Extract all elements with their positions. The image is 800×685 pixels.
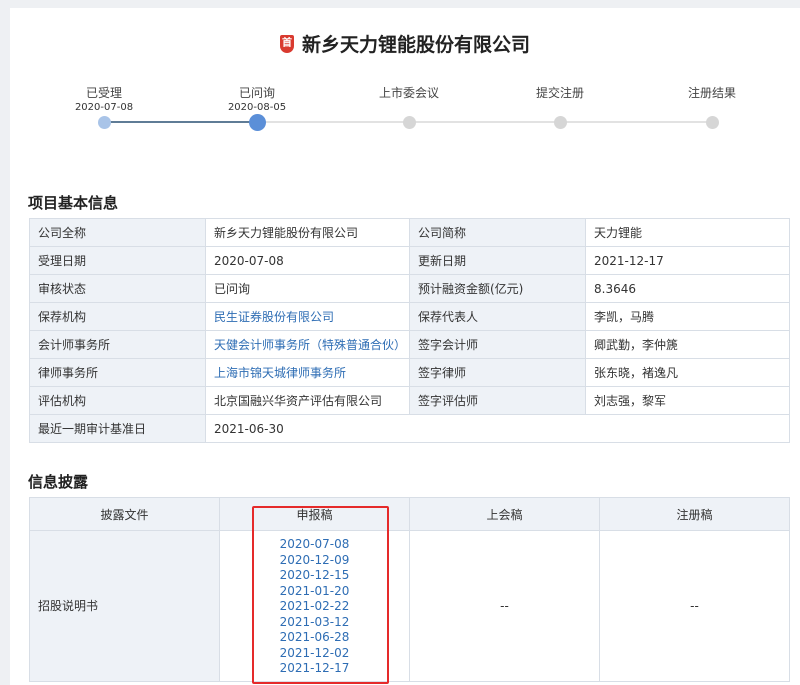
step-date: 2020-07-08 <box>74 102 134 113</box>
field-label: 公司简称 <box>409 218 586 247</box>
page-title: 新乡天力锂能股份有限公司 <box>301 34 530 56</box>
filing-date-link[interactable]: 2021-02-22 <box>220 599 409 615</box>
table-row: 保荐机构 民生证券股份有限公司 保荐代表人 李凯，马腾 <box>29 302 790 331</box>
table-row: 会计师事务所 天健会计师事务所（特殊普通合伙） 签字会计师 卿武勤，李仲篪 <box>29 330 790 359</box>
title-bar: 首 新乡天力锂能股份有限公司 <box>10 30 800 60</box>
step-accepted: 已受理 2020-07-08 <box>44 86 164 114</box>
step-label: 注册结果 <box>687 86 736 100</box>
field-value: 天健会计师事务所（特殊普通合伙） <box>205 330 410 359</box>
field-value: 8.3646 <box>585 274 790 303</box>
column-header: 申报稿 <box>219 497 410 531</box>
progress-line-todo <box>257 121 711 123</box>
basic-info-table: 公司全称 新乡天力锂能股份有限公司 公司简称 天力锂能 受理日期 2020-07… <box>29 218 790 443</box>
section-title-disclosure: 信息披露 <box>28 473 89 491</box>
filing-date-link[interactable]: 2021-01-20 <box>220 584 409 600</box>
field-value: 张东晓，褚逸凡 <box>585 358 790 387</box>
meeting-draft-cell: -- <box>409 530 600 682</box>
progress-steps: 已受理 2020-07-08 已问询 2020-08-05 上市委会议 提交注册… <box>10 86 800 146</box>
table-header-row: 披露文件 申报稿 上会稿 注册稿 <box>29 497 790 531</box>
step-dot-submit-registration <box>553 116 567 129</box>
field-label: 公司全称 <box>29 218 206 247</box>
field-label: 签字律师 <box>409 358 586 387</box>
progress-line-done <box>104 121 257 123</box>
field-label: 更新日期 <box>409 246 586 275</box>
filing-date-link[interactable]: 2021-03-12 <box>220 615 409 631</box>
field-value: 2020-07-08 <box>205 246 410 275</box>
section-title-basic-info: 项目基本信息 <box>28 194 119 212</box>
field-value: 卿武勤，李仲篪 <box>585 330 790 359</box>
document-name: 招股说明书 <box>29 530 220 682</box>
field-label: 会计师事务所 <box>29 330 206 359</box>
filing-date-link[interactable]: 2021-06-28 <box>220 630 409 646</box>
table-row: 最近一期审计基准日 2021-06-30 <box>29 414 790 443</box>
field-value: 刘志强，黎军 <box>585 386 790 415</box>
filing-date-link[interactable]: 2020-12-15 <box>220 568 409 584</box>
step-listing-meeting: 上市委会议 <box>349 86 469 100</box>
table-row: 律师事务所 上海市锦天城律师事务所 签字律师 张东晓，褚逸凡 <box>29 358 790 387</box>
field-value: 新乡天力锂能股份有限公司 <box>205 218 410 247</box>
table-row: 受理日期 2020-07-08 更新日期 2021-12-17 <box>29 246 790 275</box>
field-label: 签字会计师 <box>409 330 586 359</box>
field-value: 2021-12-17 <box>585 246 790 275</box>
step-dot-listing-meeting <box>402 116 416 129</box>
filing-dates-cell: 2020-07-08 2020-12-09 2020-12-15 2021-01… <box>219 530 410 682</box>
step-label: 已受理 <box>85 86 122 100</box>
step-dot-inquired <box>248 114 266 131</box>
filing-date-link[interactable]: 2020-12-09 <box>220 553 409 569</box>
field-value: 民生证券股份有限公司 <box>205 302 410 331</box>
step-registration-result: 注册结果 <box>652 86 772 100</box>
step-label: 上市委会议 <box>378 86 439 100</box>
filing-date-link[interactable]: 2020-07-08 <box>220 537 409 553</box>
field-label: 受理日期 <box>29 246 206 275</box>
company-badge-icon: 首 <box>279 34 294 53</box>
disclosure-table: 披露文件 申报稿 上会稿 注册稿 招股说明书 2020-07-08 2020-1… <box>29 497 790 682</box>
field-label: 评估机构 <box>29 386 206 415</box>
registration-draft-cell: -- <box>599 530 790 682</box>
table-row: 审核状态 已问询 预计融资金额(亿元) 8.3646 <box>29 274 790 303</box>
field-value: 2021-06-30 <box>205 414 790 443</box>
step-inquired: 已问询 2020-08-05 <box>197 86 317 114</box>
page: 首 新乡天力锂能股份有限公司 已受理 2020-07-08 已问询 2020-0… <box>10 8 800 685</box>
step-dot-registration-result <box>705 116 719 129</box>
field-value: 天力锂能 <box>585 218 790 247</box>
column-header: 披露文件 <box>29 497 220 531</box>
field-label: 最近一期审计基准日 <box>29 414 206 443</box>
field-value: 已问询 <box>205 274 410 303</box>
accounting-firm-link[interactable]: 天健会计师事务所（特殊普通合伙） <box>214 338 406 352</box>
table-row: 招股说明书 2020-07-08 2020-12-09 2020-12-15 2… <box>29 530 790 682</box>
column-header: 注册稿 <box>599 497 790 531</box>
step-label: 已问询 <box>238 86 275 100</box>
field-label: 签字评估师 <box>409 386 586 415</box>
step-dot-accepted <box>97 116 111 129</box>
table-row: 评估机构 北京国融兴华资产评估有限公司 签字评估师 刘志强，黎军 <box>29 386 790 415</box>
field-value: 李凯，马腾 <box>585 302 790 331</box>
field-value: 上海市锦天城律师事务所 <box>205 358 410 387</box>
filing-date-link[interactable]: 2021-12-02 <box>220 646 409 662</box>
column-header: 上会稿 <box>409 497 600 531</box>
field-value: 北京国融兴华资产评估有限公司 <box>205 386 410 415</box>
field-label: 审核状态 <box>29 274 206 303</box>
sponsor-link[interactable]: 民生证券股份有限公司 <box>214 310 334 324</box>
step-label: 提交注册 <box>535 86 584 100</box>
filing-date-link[interactable]: 2021-12-17 <box>220 661 409 677</box>
law-firm-link[interactable]: 上海市锦天城律师事务所 <box>214 366 346 380</box>
field-label: 保荐代表人 <box>409 302 586 331</box>
field-label: 保荐机构 <box>29 302 206 331</box>
field-label: 律师事务所 <box>29 358 206 387</box>
field-label: 预计融资金额(亿元) <box>409 274 586 303</box>
table-row: 公司全称 新乡天力锂能股份有限公司 公司简称 天力锂能 <box>29 218 790 247</box>
step-date: 2020-08-05 <box>227 102 287 113</box>
step-submit-registration: 提交注册 <box>500 86 620 100</box>
